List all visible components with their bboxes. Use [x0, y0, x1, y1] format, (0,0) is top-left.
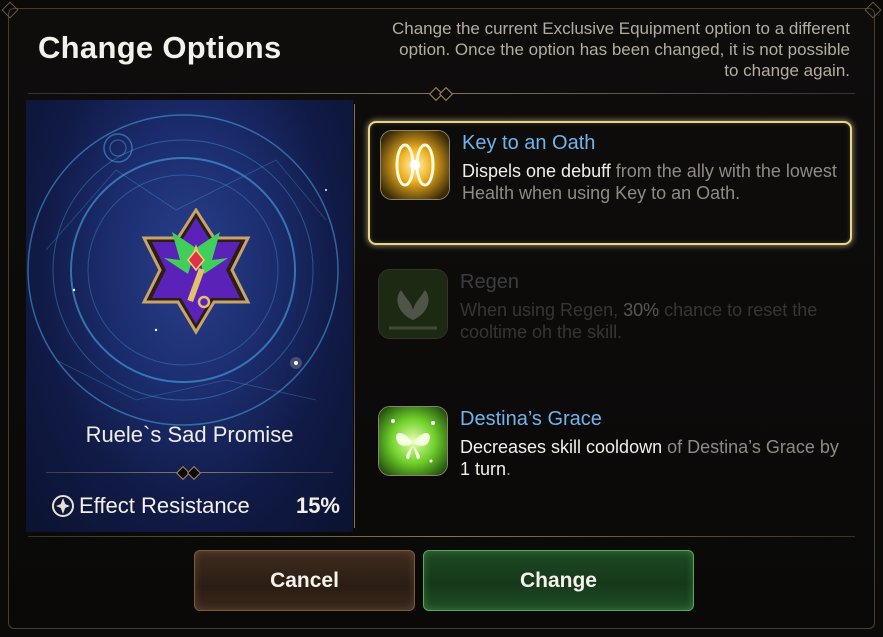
option-key-to-an-oath[interactable]: Key to an Oath Dispels one debuff from t… [368, 121, 852, 245]
option-title: Destina’s Grace [460, 408, 602, 430]
stat-name: Effect Resistance [79, 493, 250, 518]
option-destinas-grace[interactable]: Destina’s Grace Decreases skill cooldown… [368, 399, 852, 523]
vertical-divider [354, 104, 355, 528]
winged-key-icon [141, 208, 251, 335]
footer-divider [28, 536, 855, 537]
green-butterfly-icon [378, 406, 448, 476]
option-description: Decreases skill cooldown of Destina’s Gr… [460, 437, 839, 479]
equipment-name: Ruele`s Sad Promise [85, 422, 294, 447]
dialog-title: Change Options [38, 30, 282, 65]
option-description: Dispels one debuff from the ally with th… [462, 161, 837, 203]
option-title: Key to an Oath [462, 132, 596, 154]
dialog-description: Change the current Exclusive Equipment o… [391, 19, 850, 80]
stat-value: 15% [295, 493, 340, 518]
effect-resistance-icon [52, 495, 74, 517]
change-button[interactable]: Change [423, 550, 694, 611]
cancel-button[interactable]: Cancel [194, 550, 415, 611]
option-regen: Regen When using Regen, 30% chance to re… [368, 262, 852, 386]
option-title: Regen [460, 271, 519, 293]
equipment-card: Ruele`s Sad Promise Effect Resistance 15… [26, 100, 353, 532]
golden-light-rings-icon [380, 130, 450, 200]
option-description: When using Regen, 30% chance to reset th… [460, 300, 818, 342]
green-leaf-icon [378, 269, 448, 339]
equipment-stat: Effect Resistance 15% [50, 492, 340, 520]
